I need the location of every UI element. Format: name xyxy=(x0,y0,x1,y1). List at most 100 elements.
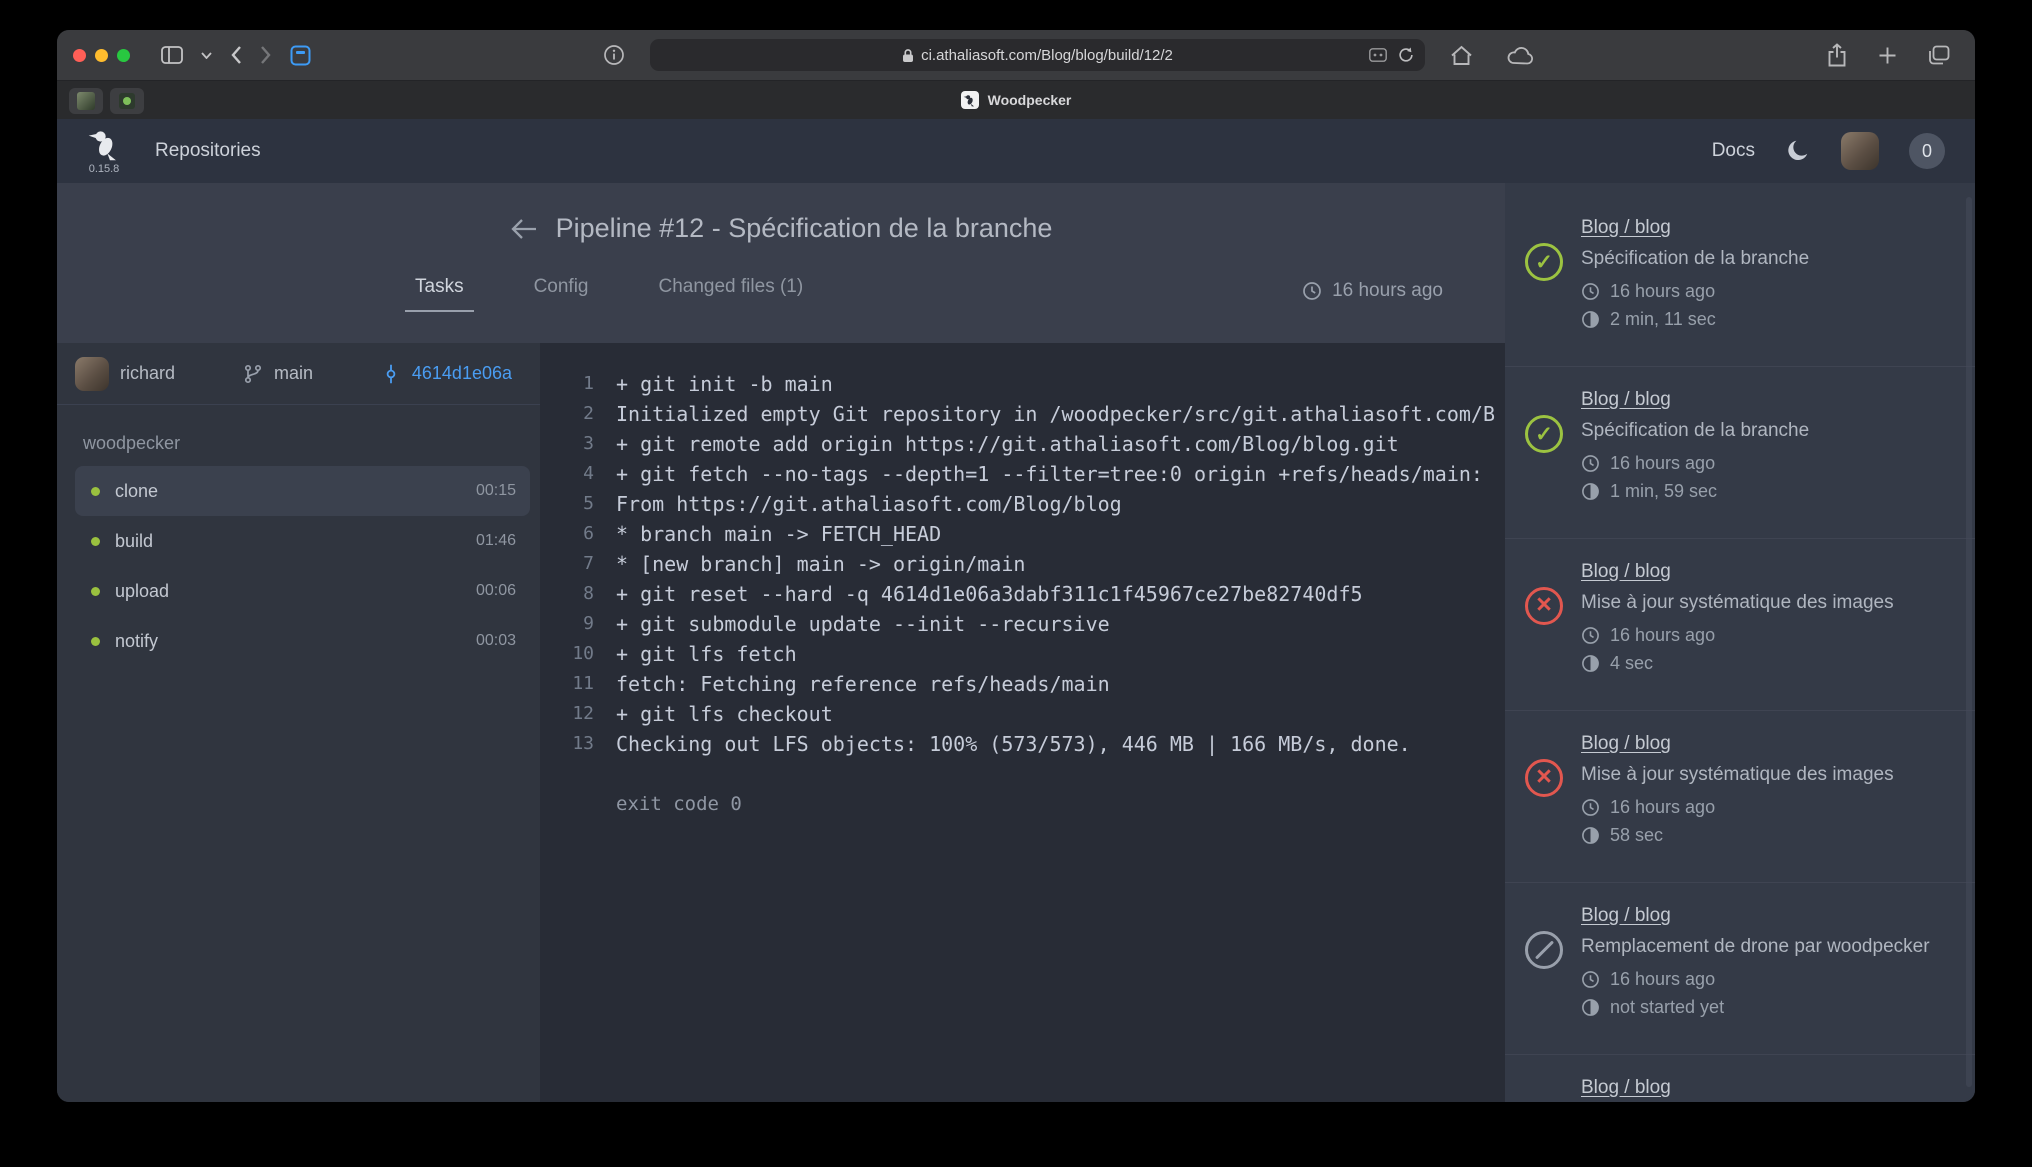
log-line: 8 + git reset --hard -q 4614d1e06a3dabf3… xyxy=(540,579,1505,609)
home-icon[interactable] xyxy=(1450,45,1473,66)
woodpecker-app: 0.15.8 Repositories Docs 0 xyxy=(57,119,1975,1102)
pipeline-step[interactable]: build 01:46 xyxy=(75,516,530,566)
duration-icon xyxy=(1581,482,1600,501)
pinned-tab-favicon xyxy=(77,92,95,110)
line-text: + git submodule update --init --recursiv… xyxy=(616,609,1110,639)
repo-link[interactable]: Blog / blog xyxy=(1581,1077,1930,1099)
line-number: 5 xyxy=(558,489,594,519)
chevron-down-icon[interactable] xyxy=(201,52,212,59)
line-number: 7 xyxy=(558,549,594,579)
extension-badge-icon[interactable] xyxy=(1369,48,1387,62)
log-panel[interactable]: 1 + git init -b main 2 Initialized empty… xyxy=(540,343,1505,1102)
user-avatar[interactable] xyxy=(1841,132,1879,170)
address-bar[interactable]: ci.athaliasoft.com/Blog/blog/build/12/2 xyxy=(650,39,1425,71)
browser-tabbar: Woodpecker xyxy=(57,80,1975,119)
pipeline-step[interactable]: upload 00:06 xyxy=(75,566,530,616)
line-number: 6 xyxy=(558,519,594,549)
pipeline-feed-item[interactable]: Blog / blog Spécification de la branche … xyxy=(1505,195,1975,367)
sidebar-icon[interactable] xyxy=(161,46,183,64)
tab-label: Tasks xyxy=(415,276,464,297)
duration-icon xyxy=(1581,310,1600,329)
woodpecker-logo[interactable]: 0.15.8 xyxy=(87,128,121,175)
clock-icon xyxy=(1302,281,1322,301)
repo-link[interactable]: Blog / blog xyxy=(1581,389,1809,411)
minimize-window-button[interactable] xyxy=(95,49,108,62)
step-status-dot xyxy=(91,487,100,496)
nav-docs-link[interactable]: Docs xyxy=(1712,140,1755,162)
pipeline-feed: Blog / blog Spécification de la branche … xyxy=(1505,183,1975,1102)
log-line: 7 * [new branch] main -> origin/main xyxy=(540,549,1505,579)
line-number: 3 xyxy=(558,429,594,459)
workflow-name: woodpecker xyxy=(57,405,540,466)
pipeline-step[interactable]: clone 00:15 xyxy=(75,466,530,516)
toolbar-right xyxy=(1818,30,1959,80)
pipeline-tab[interactable]: Tasks xyxy=(415,276,464,312)
active-tab[interactable]: Woodpecker xyxy=(961,91,1072,109)
step-name: build xyxy=(115,531,476,552)
pipeline-tab[interactable]: Changed files (1) xyxy=(659,276,804,312)
clock-icon xyxy=(1581,626,1600,645)
feed-duration: 58 sec xyxy=(1610,825,1663,846)
forward-button[interactable] xyxy=(260,45,272,65)
tab-overview-icon[interactable] xyxy=(1928,45,1950,65)
feed-time: 16 hours ago xyxy=(1610,281,1715,302)
step-name: upload xyxy=(115,581,476,602)
step-duration: 01:46 xyxy=(476,532,516,550)
commit-icon xyxy=(381,364,401,384)
reload-icon[interactable] xyxy=(1397,46,1415,64)
feed-duration: not started yet xyxy=(1610,997,1724,1018)
line-text: + git lfs fetch xyxy=(616,639,797,669)
repo-link[interactable]: Blog / blog xyxy=(1581,561,1894,583)
feed-duration: 1 min, 59 sec xyxy=(1610,481,1717,502)
pipeline-feed-item[interactable]: Blog / blog Mise à jour systématique des… xyxy=(1505,711,1975,883)
dark-mode-toggle-icon[interactable] xyxy=(1785,138,1811,164)
steps-list: clone 00:15 build 01:46 xyxy=(57,466,540,666)
pipeline-time: 16 hours ago xyxy=(1302,280,1443,312)
line-number: 4 xyxy=(558,459,594,489)
pinned-tab-favicon xyxy=(119,93,135,109)
page-info-icon[interactable] xyxy=(603,44,625,66)
extension-icon[interactable] xyxy=(290,45,311,66)
cloud-icon[interactable] xyxy=(1507,46,1535,65)
line-number: 12 xyxy=(558,699,594,729)
log-line: 11 fetch: Fetching reference refs/heads/… xyxy=(540,669,1505,699)
notification-badge[interactable]: 0 xyxy=(1909,133,1945,169)
pinned-tab-2[interactable] xyxy=(110,88,144,114)
back-arrow-icon[interactable] xyxy=(510,217,538,241)
pipeline-feed-item[interactable]: Blog / blog Remplacement de drone par wo… xyxy=(1505,1055,1975,1102)
line-text: + git remote add origin https://git.atha… xyxy=(616,429,1399,459)
browser-window: ci.athaliasoft.com/Blog/blog/build/12/2 xyxy=(57,30,1975,1102)
line-number: 11 xyxy=(558,669,594,699)
pipeline-feed-item[interactable]: Blog / blog Mise à jour systématique des… xyxy=(1505,539,1975,711)
pipeline-feed-item[interactable]: Blog / blog Remplacement de drone par wo… xyxy=(1505,883,1975,1055)
step-status-dot xyxy=(91,587,100,596)
pinned-tab-1[interactable] xyxy=(69,88,103,114)
line-number: 13 xyxy=(558,729,594,759)
repo-link[interactable]: Blog / blog xyxy=(1581,217,1809,239)
pipeline-tab[interactable]: Config xyxy=(534,276,589,312)
author-avatar xyxy=(75,357,109,391)
pipeline-status-icon xyxy=(1525,587,1563,625)
repo-link[interactable]: Blog / blog xyxy=(1581,733,1894,755)
new-tab-icon[interactable] xyxy=(1878,46,1897,65)
log-line: 2 Initialized empty Git repository in /w… xyxy=(540,399,1505,429)
commit-message: Spécification de la branche xyxy=(1581,248,1809,270)
commit-hash-link[interactable]: 4614d1e06a xyxy=(412,363,512,384)
back-button[interactable] xyxy=(230,45,242,65)
pipeline-step[interactable]: notify 00:03 xyxy=(75,616,530,666)
log-line: 4 + git fetch --no-tags --depth=1 --filt… xyxy=(540,459,1505,489)
zoom-window-button[interactable] xyxy=(117,49,130,62)
line-text: * branch main -> FETCH_HEAD xyxy=(616,519,941,549)
share-icon[interactable] xyxy=(1827,43,1847,67)
line-number: 8 xyxy=(558,579,594,609)
repo-link[interactable]: Blog / blog xyxy=(1581,905,1930,927)
feed-scrollbar[interactable] xyxy=(1966,197,1972,1087)
pipeline-feed-item[interactable]: Blog / blog Spécification de la branche … xyxy=(1505,367,1975,539)
lock-icon xyxy=(902,48,914,63)
pipeline-status-icon xyxy=(1525,759,1563,797)
app-version: 0.15.8 xyxy=(89,163,120,175)
close-window-button[interactable] xyxy=(73,49,86,62)
pipeline-status-icon xyxy=(1525,415,1563,453)
nav-repositories-link[interactable]: Repositories xyxy=(155,140,261,162)
commit-message: Spécification de la branche xyxy=(1581,420,1809,442)
